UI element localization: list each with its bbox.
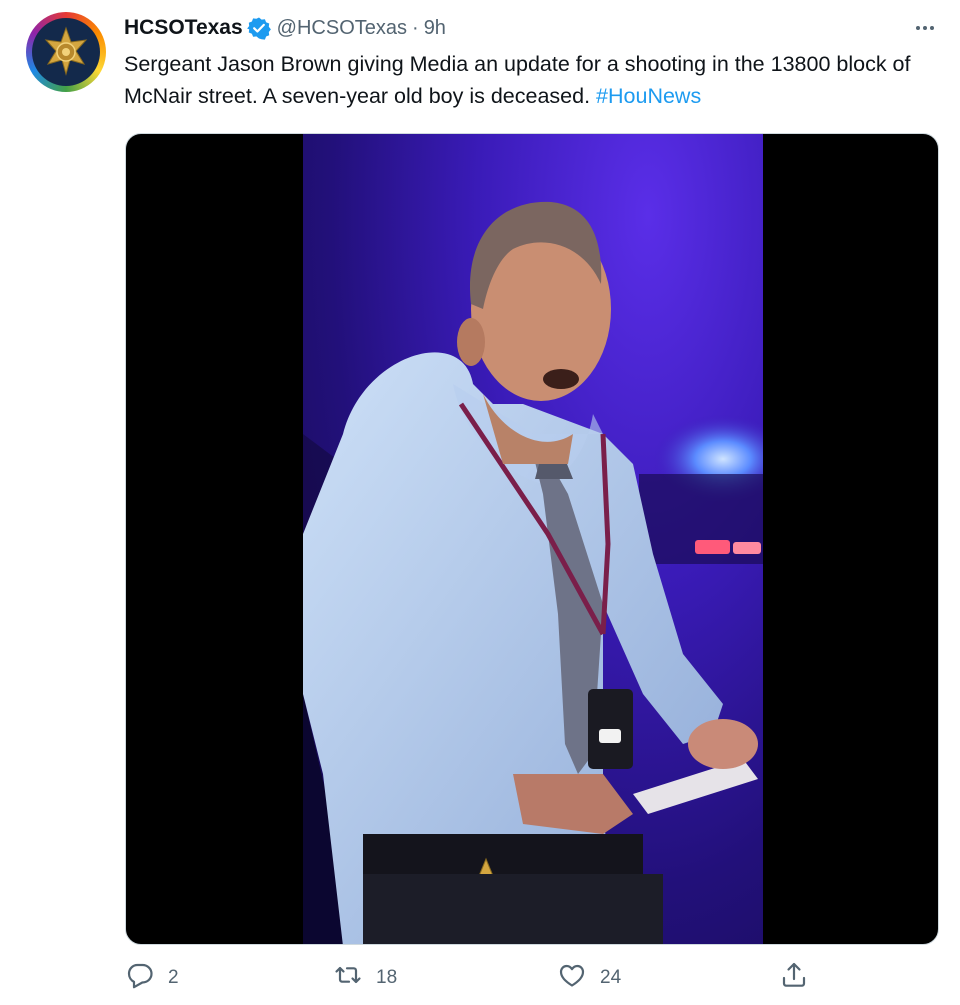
verified-badge-icon	[246, 16, 271, 40]
hashtag-link[interactable]: #HouNews	[596, 84, 701, 108]
retweet-icon	[334, 961, 362, 995]
tweet-actions: 2 18 24	[0, 958, 960, 998]
video-frame	[303, 134, 763, 944]
retweet-button[interactable]: 18	[334, 958, 397, 998]
user-handle[interactable]: @HCSOTexas	[277, 17, 407, 40]
reply-count: 2	[168, 967, 179, 988]
reply-icon	[126, 961, 154, 995]
more-options-icon[interactable]	[908, 18, 942, 38]
timestamp[interactable]: 9h	[424, 17, 446, 40]
retweet-count: 18	[376, 967, 398, 988]
reply-button[interactable]: 2	[126, 958, 179, 998]
tweet-body: Sergeant Jason Brown giving Media an upd…	[124, 52, 911, 108]
display-name[interactable]: HCSOTexas	[124, 16, 243, 40]
like-count: 24	[600, 967, 622, 988]
separator-dot: ·	[412, 16, 419, 39]
avatar[interactable]	[26, 12, 106, 92]
video-player[interactable]	[125, 133, 939, 945]
share-button[interactable]	[780, 958, 808, 998]
tweet-text: Sergeant Jason Brown giving Media an upd…	[124, 48, 934, 112]
share-icon	[780, 961, 808, 995]
tweet[interactable]: HCSOTexas @HCSOTexas · 9h Sergeant Jason…	[0, 0, 960, 1005]
sheriff-badge-logo	[32, 18, 100, 86]
heart-icon	[558, 961, 586, 995]
tweet-header: HCSOTexas @HCSOTexas · 9h	[124, 14, 446, 42]
like-button[interactable]: 24	[558, 958, 621, 998]
